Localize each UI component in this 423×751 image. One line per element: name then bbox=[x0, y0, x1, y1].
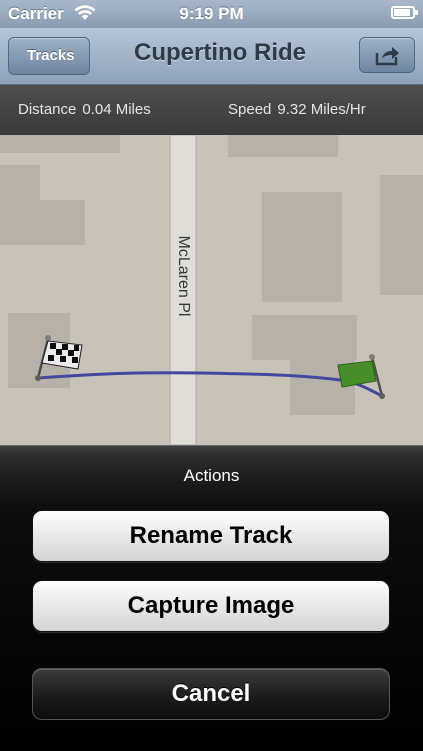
page-title: Cupertino Ride bbox=[134, 39, 306, 66]
share-button[interactable] bbox=[359, 37, 415, 73]
capture-image-button[interactable]: Capture Image bbox=[32, 580, 390, 632]
rename-track-button[interactable]: Rename Track bbox=[32, 510, 390, 562]
map-view[interactable]: McLaren Pl bbox=[0, 135, 423, 445]
distance-label: Distance bbox=[18, 101, 77, 118]
status-bar: Carrier 9:19 PM bbox=[0, 0, 423, 28]
battery-icon bbox=[391, 6, 418, 19]
action-sheet: Actions Rename Track Capture Image Cance… bbox=[0, 445, 423, 751]
capture-image-label: Capture Image bbox=[127, 592, 295, 619]
street-label-wrap: McLaren Pl bbox=[170, 225, 196, 335]
rename-track-label: Rename Track bbox=[129, 522, 293, 549]
distance-stat: Distance 0.04 Miles bbox=[18, 101, 151, 118]
speed-stat: Speed 9.32 Miles/Hr bbox=[228, 101, 366, 118]
speed-value: 9.32 Miles/Hr bbox=[277, 101, 366, 118]
action-sheet-title: Actions bbox=[183, 466, 240, 485]
speed-label: Speed bbox=[228, 101, 272, 118]
back-button-label: Tracks bbox=[27, 47, 75, 64]
stats-bar: Distance 0.04 Miles Speed 9.32 Miles/Hr bbox=[0, 85, 423, 136]
navigation-bar: Tracks Cupertino Ride bbox=[0, 28, 423, 85]
status-time: 9:19 PM bbox=[179, 4, 244, 23]
street-label: McLaren Pl bbox=[175, 235, 192, 317]
distance-value: 0.04 Miles bbox=[82, 101, 151, 118]
back-button[interactable]: Tracks bbox=[8, 37, 90, 75]
cancel-button[interactable]: Cancel bbox=[32, 668, 390, 720]
cancel-label: Cancel bbox=[171, 680, 251, 707]
